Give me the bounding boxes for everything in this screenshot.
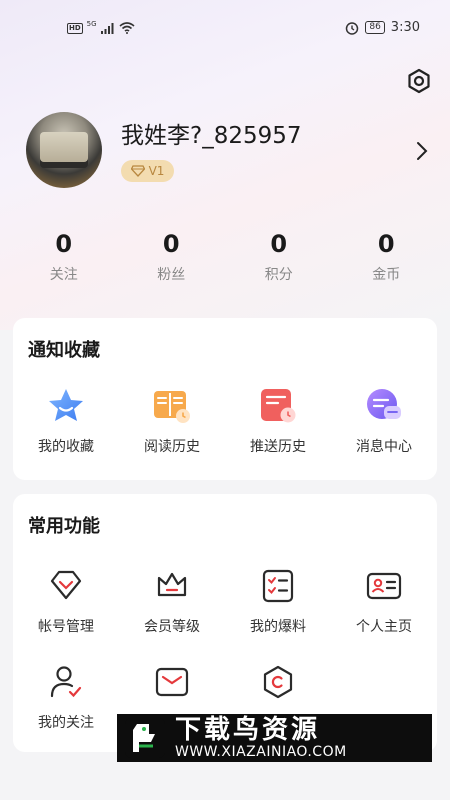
message-icon bbox=[367, 389, 401, 419]
menu-label: 会员等级 bbox=[144, 619, 200, 635]
stat-coins[interactable]: 0 金币 bbox=[333, 228, 441, 284]
clock-time: 3:30 bbox=[390, 20, 420, 35]
menu-account-management[interactable]: 帐号管理 bbox=[13, 566, 119, 636]
hd-badge: HD bbox=[67, 22, 83, 34]
battery-indicator: 86 bbox=[365, 21, 385, 34]
notify-grid: 我的收藏 阅读历史 推送历史 消息中心 bbox=[13, 386, 437, 456]
stat-value: 0 bbox=[162, 230, 180, 258]
stat-value: 0 bbox=[270, 230, 288, 258]
status-right: 86 3:30 bbox=[345, 20, 420, 35]
stat-followers[interactable]: 0 粉丝 bbox=[118, 228, 226, 284]
functions-grid-row1: 帐号管理 会员等级 我的爆料 个人主页 bbox=[13, 566, 437, 636]
stat-value: 0 bbox=[377, 230, 395, 258]
watermark-text: 下载鸟资源 WWW.XIAZAINIAO.COM bbox=[175, 716, 347, 760]
avatar-image-detail bbox=[40, 132, 88, 162]
checklist-icon bbox=[262, 569, 294, 603]
stat-label: 积分 bbox=[264, 267, 293, 283]
menu-label: 消息中心 bbox=[356, 439, 412, 455]
menu-label: 我的收藏 bbox=[38, 439, 94, 455]
settings-icon[interactable] bbox=[404, 66, 434, 96]
section-title: 通知收藏 bbox=[28, 340, 100, 361]
chevron-right-icon[interactable] bbox=[414, 141, 430, 161]
book-icon bbox=[154, 391, 190, 423]
stat-points[interactable]: 0 积分 bbox=[225, 228, 333, 284]
menu-my-reports[interactable]: 我的爆料 bbox=[225, 566, 331, 636]
stat-following[interactable]: 0 关注 bbox=[10, 228, 118, 284]
watermark-title: 下载鸟资源 bbox=[175, 715, 321, 745]
status-bar: HD 5G 86 3:30 bbox=[0, 18, 450, 42]
menu-favorites[interactable]: 我的收藏 bbox=[13, 386, 119, 456]
menu-label: 帐号管理 bbox=[38, 619, 94, 635]
stats-row: 0 关注 0 粉丝 0 积分 0 金币 bbox=[10, 228, 440, 284]
star-icon bbox=[49, 389, 83, 421]
stat-label: 关注 bbox=[49, 267, 78, 283]
hexagon-icon bbox=[263, 665, 293, 699]
level-text: V1 bbox=[148, 164, 165, 178]
menu-member-level[interactable]: 会员等级 bbox=[119, 566, 225, 636]
signal-icon bbox=[100, 22, 114, 34]
user-check-icon bbox=[50, 666, 82, 698]
menu-label: 我的爆料 bbox=[250, 619, 306, 635]
push-history-icon bbox=[261, 389, 296, 423]
menu-reading-history[interactable]: 阅读历史 bbox=[119, 386, 225, 456]
menu-label: 推送历史 bbox=[250, 439, 306, 455]
menu-label: 我的关注 bbox=[38, 715, 94, 731]
watermark-url: WWW.XIAZAINIAO.COM bbox=[175, 744, 347, 760]
alarm-icon bbox=[346, 21, 359, 35]
wifi-icon bbox=[119, 22, 135, 34]
menu-my-following[interactable]: 我的关注 bbox=[13, 662, 119, 732]
stat-label: 粉丝 bbox=[157, 267, 186, 283]
menu-label: 阅读历史 bbox=[144, 439, 200, 455]
watermark-banner: 下载鸟资源 WWW.XIAZAINIAO.COM bbox=[117, 714, 432, 762]
username[interactable]: 我姓李?_825957 bbox=[121, 116, 302, 150]
crown-icon bbox=[157, 572, 187, 597]
menu-label: 个人主页 bbox=[356, 619, 412, 635]
avatar[interactable] bbox=[26, 112, 102, 188]
bird-logo-icon bbox=[125, 718, 165, 758]
menu-personal-homepage[interactable]: 个人主页 bbox=[331, 566, 437, 636]
diamond-icon bbox=[130, 165, 145, 177]
stat-value: 0 bbox=[55, 230, 73, 258]
mail-icon bbox=[155, 667, 189, 697]
id-card-icon bbox=[366, 572, 402, 600]
stat-label: 金币 bbox=[372, 267, 401, 283]
section-title: 常用功能 bbox=[28, 516, 100, 537]
network-label: 5G bbox=[86, 20, 97, 28]
status-left: HD 5G bbox=[67, 20, 135, 34]
account-icon bbox=[50, 570, 82, 600]
menu-push-history[interactable]: 推送历史 bbox=[225, 386, 331, 456]
notify-card: 通知收藏 我的收藏 阅读历史 推送历史 消息中心 bbox=[13, 318, 437, 480]
menu-message-center[interactable]: 消息中心 bbox=[331, 386, 437, 456]
level-badge[interactable]: V1 bbox=[121, 160, 174, 182]
